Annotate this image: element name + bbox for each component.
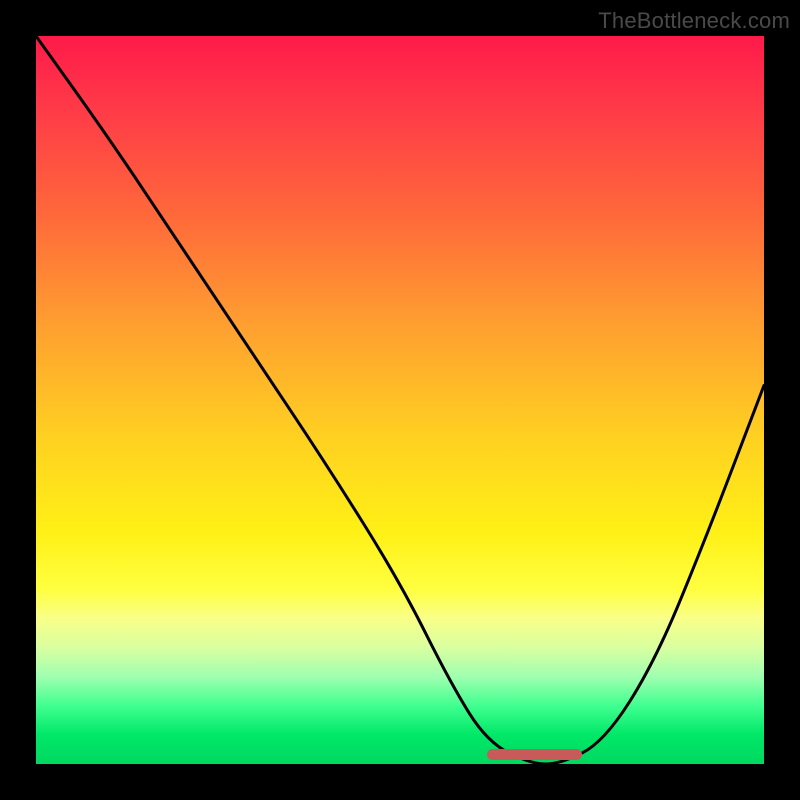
chart-plot-area bbox=[36, 36, 764, 764]
watermark-text: TheBottleneck.com bbox=[598, 8, 790, 34]
optimal-zone-marker bbox=[487, 749, 582, 760]
bottleneck-curve bbox=[36, 36, 764, 764]
